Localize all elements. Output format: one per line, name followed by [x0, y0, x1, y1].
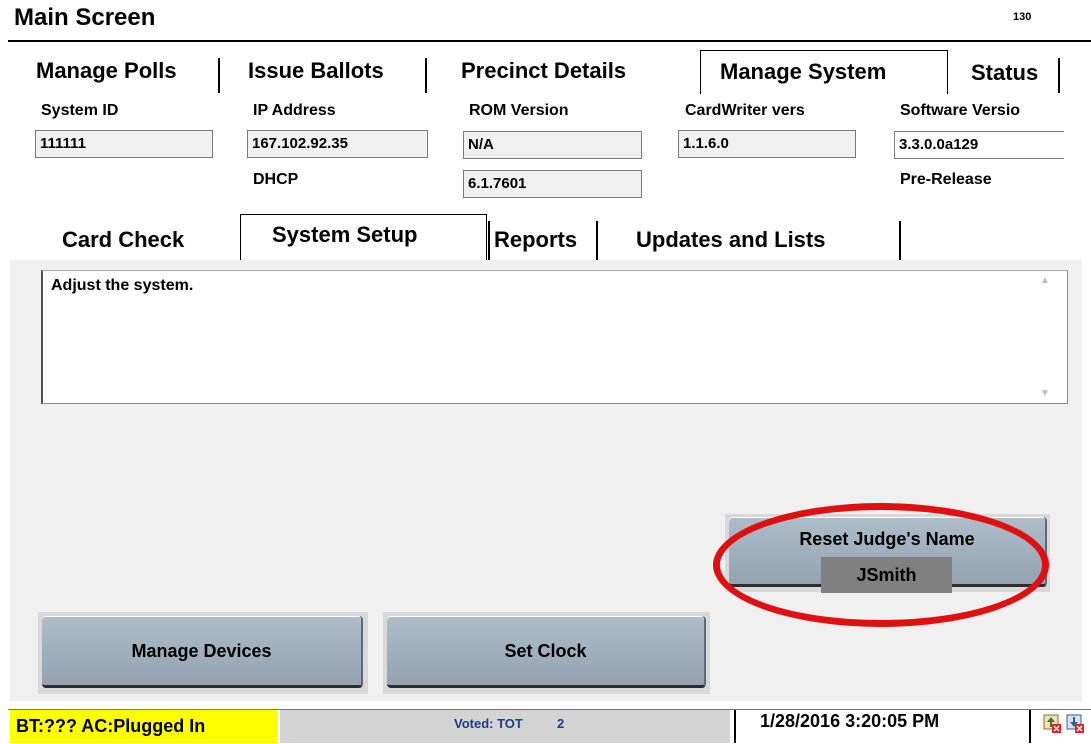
title-divider [8, 40, 1091, 42]
upload-error-icon[interactable] [1043, 714, 1063, 734]
download-error-icon[interactable] [1066, 714, 1086, 734]
tab-separator [488, 221, 490, 260]
tab-precinct-details[interactable]: Precinct Details [461, 58, 626, 84]
tab-manage-polls[interactable]: Manage Polls [36, 58, 177, 84]
scroll-down-icon[interactable]: ▼ [1040, 388, 1050, 399]
tab-manage-system[interactable]: Manage System [720, 59, 886, 85]
tab-card-check[interactable]: Card Check [62, 227, 184, 253]
description-text: Adjust the system. [51, 277, 194, 294]
cardwriter-field: 1.1.6.0 [678, 130, 856, 158]
cardwriter-label: CardWriter vers [685, 102, 805, 119]
status-separator [1029, 710, 1031, 743]
voted-count: 2 [557, 716, 565, 731]
rom-version-field: N/A [463, 131, 642, 159]
system-id-label: System ID [41, 102, 119, 119]
description-textbox[interactable] [41, 270, 1068, 404]
rom-version-field-2: 6.1.7601 [463, 170, 642, 198]
voted-label: Voted: TOT [454, 716, 523, 731]
software-version-label: Software Versio [900, 102, 1021, 119]
tab-separator [899, 221, 901, 260]
highlight-oval [713, 503, 1049, 627]
page-title: Main Screen [14, 4, 156, 31]
power-status: BT:??? AC:Plugged In [10, 710, 277, 743]
dhcp-label: DHCP [253, 171, 299, 188]
rom-version-label: ROM Version [469, 102, 569, 119]
manage-devices-label: Manage Devices [131, 641, 272, 661]
pre-release-label: Pre-Release [900, 171, 992, 188]
status-separator [734, 710, 736, 743]
tab-separator [425, 58, 427, 93]
tab-reports[interactable]: Reports [494, 227, 577, 253]
tab-separator [596, 221, 598, 260]
manage-devices-button[interactable]: Manage Devices [42, 616, 363, 688]
software-version-field: 3.3.0.0a129 [894, 131, 1064, 159]
tab-updates-and-lists[interactable]: Updates and Lists [636, 227, 825, 253]
tab-system-setup[interactable]: System Setup [272, 222, 418, 248]
tab-separator [218, 58, 220, 93]
tab-separator [1058, 58, 1060, 93]
tab-status[interactable]: Status [971, 60, 1038, 86]
datetime: 1/28/2016 3:20:05 PM [760, 711, 940, 731]
ip-address-label: IP Address [253, 102, 336, 119]
ip-address-field: 167.102.92.35 [247, 130, 428, 158]
system-id-field: 111111 [35, 130, 213, 158]
set-clock-button[interactable]: Set Clock [387, 616, 706, 688]
tab-issue-ballots[interactable]: Issue Ballots [248, 58, 384, 84]
scroll-up-icon[interactable]: ▲ [1040, 275, 1050, 286]
screen-number: 130 [1013, 11, 1032, 23]
set-clock-label: Set Clock [504, 641, 587, 661]
